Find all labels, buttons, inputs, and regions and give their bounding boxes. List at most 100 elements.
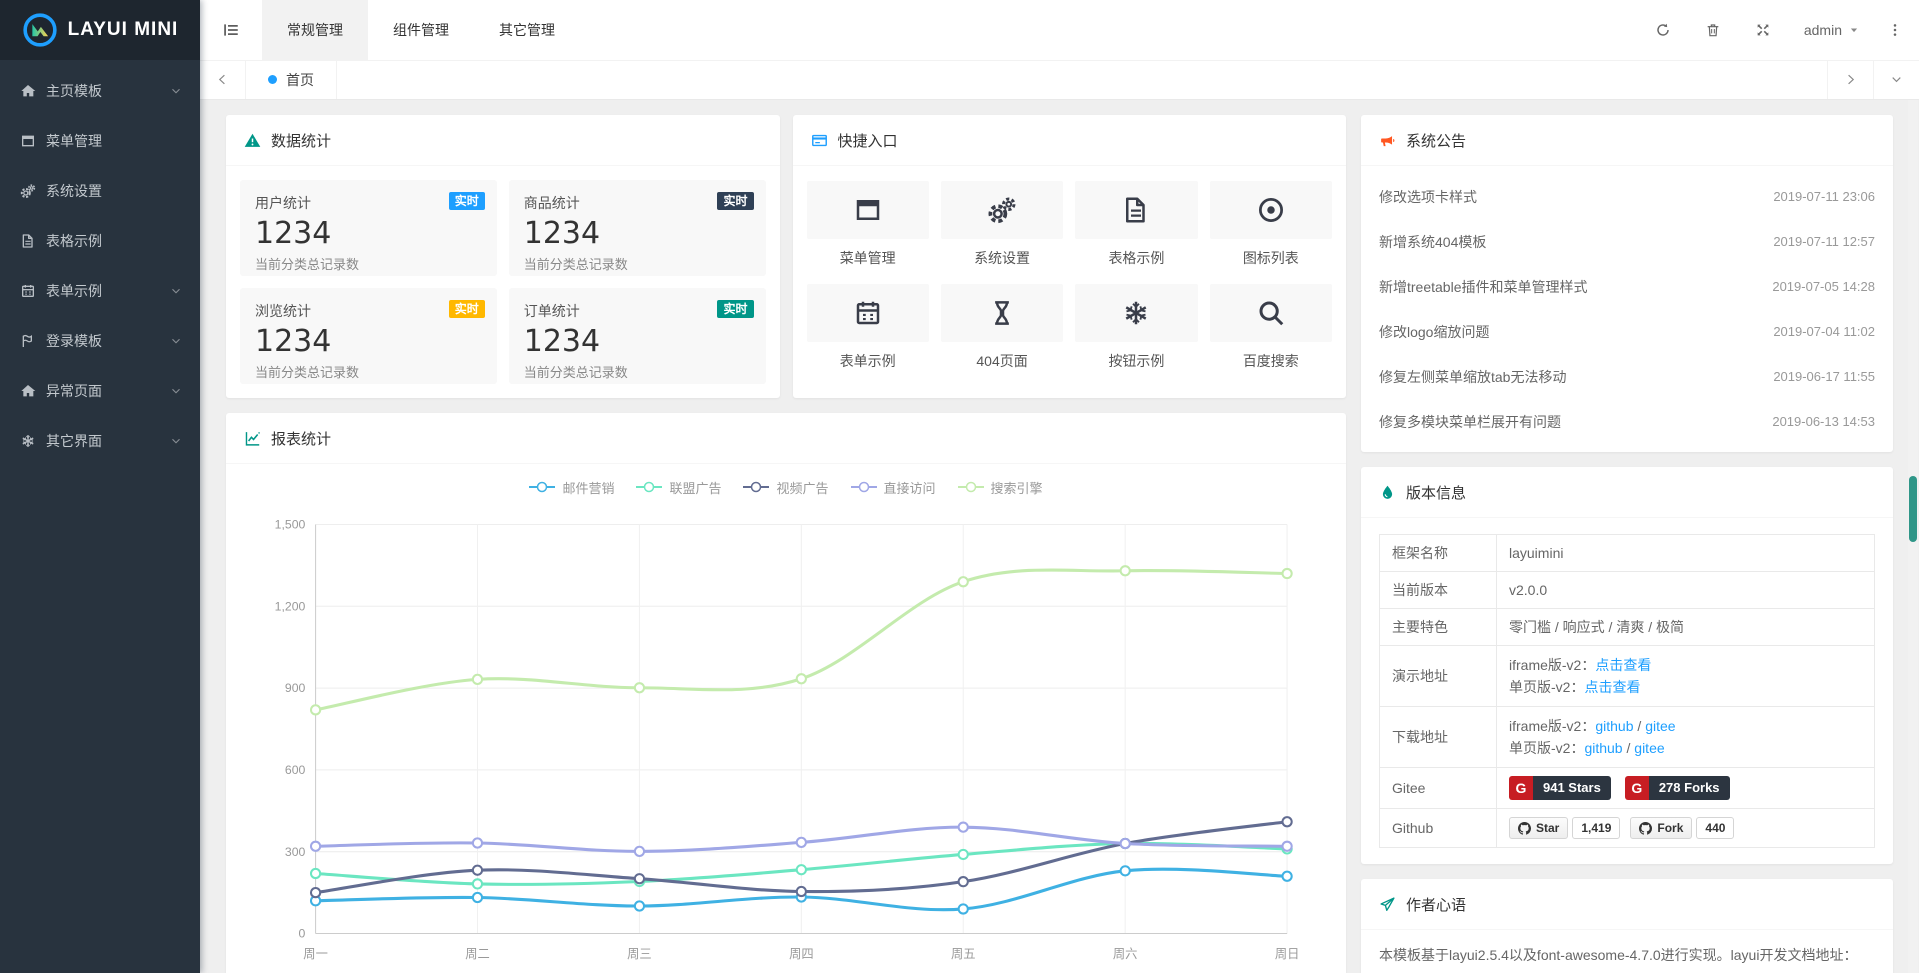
- stat-caption: 当前分类总记录数: [524, 362, 751, 381]
- legend-item-邮件营销[interactable]: 邮件营销: [529, 478, 614, 497]
- tab-active-dot: [268, 75, 277, 84]
- sidebar-item-0[interactable]: 主页模板: [0, 66, 200, 116]
- app-logo[interactable]: LAYUI MINI: [0, 0, 200, 60]
- github-fork-count[interactable]: 440: [1696, 817, 1734, 839]
- version-row-label: 下载地址: [1380, 707, 1497, 768]
- github-star-button[interactable]: Star: [1509, 817, 1568, 839]
- cogs-icon: [987, 195, 1017, 225]
- shortcut-6[interactable]: 按钮示例: [1075, 284, 1197, 371]
- legend-item-直接访问[interactable]: 直接访问: [851, 478, 936, 497]
- tab-scroll-right-button[interactable]: [1827, 60, 1873, 99]
- legend-marker: [636, 480, 662, 494]
- stats-card-title: 数据统计: [271, 130, 331, 151]
- shortcut-icon-box: [1210, 284, 1332, 342]
- stat-badge: 实时: [449, 300, 485, 318]
- legend-label: 联盟广告: [669, 478, 721, 497]
- announcement-item-2[interactable]: 新增treetable插件和菜单管理样式2019-07-05 14:28: [1379, 264, 1875, 309]
- header-tab-1[interactable]: 组件管理: [368, 0, 474, 60]
- version-row-value: v2.0.0: [1497, 572, 1875, 609]
- tab-0[interactable]: 首页: [246, 60, 337, 99]
- version-row-label: 当前版本: [1380, 572, 1497, 609]
- tab-scroll-left-button[interactable]: [200, 60, 246, 99]
- legend-item-搜索引擎[interactable]: 搜索引擎: [958, 478, 1043, 497]
- shortcut-icon-box: [941, 181, 1063, 239]
- announcement-item-0[interactable]: 修改选项卡样式2019-07-11 23:06: [1379, 174, 1875, 219]
- shortcut-label: 菜单管理: [807, 248, 929, 268]
- shortcut-icon-box: [1075, 181, 1197, 239]
- shortcut-5[interactable]: 404页面: [941, 284, 1063, 371]
- refresh-button[interactable]: [1638, 0, 1688, 60]
- header-tab-2[interactable]: 其它管理: [474, 0, 580, 60]
- shortcut-icon-box: [1210, 181, 1332, 239]
- scrollbar-thumb[interactable]: [1909, 476, 1917, 542]
- more-menu-button[interactable]: [1875, 0, 1915, 60]
- github-fork-button[interactable]: Fork: [1630, 817, 1692, 839]
- legend-item-联盟广告[interactable]: 联盟广告: [636, 478, 721, 497]
- gitee-badge[interactable]: G941 Stars: [1509, 776, 1611, 800]
- stat-card-0: 用户统计实时1234当前分类总记录数: [240, 180, 497, 276]
- sidebar-item-3[interactable]: 表格示例: [0, 216, 200, 266]
- stat-card-2: 浏览统计实时1234当前分类总记录数: [240, 288, 497, 384]
- scrollbar-track[interactable]: [1908, 100, 1918, 973]
- header-tab-0[interactable]: 常规管理: [262, 0, 368, 60]
- version-row-value: layuimini: [1497, 535, 1875, 572]
- header: 常规管理组件管理其它管理 admin: [200, 0, 1919, 61]
- announcement-title: 新增系统404模板: [1379, 232, 1486, 252]
- sidebar: LAYUI MINI 主页模板菜单管理系统设置表格示例表单示例登录模板异常页面其…: [0, 0, 200, 973]
- shortcut-1[interactable]: 系统设置: [941, 181, 1063, 268]
- stats-grid: 用户统计实时1234当前分类总记录数商品统计实时1234当前分类总记录数浏览统计…: [226, 166, 780, 398]
- shortcut-label: 按钮示例: [1075, 351, 1197, 371]
- svg-text:周日: 周日: [1275, 947, 1300, 961]
- announcement-item-3[interactable]: 修改logo缩放问题2019-07-04 11:02: [1379, 309, 1875, 354]
- version-link-line: 单页版-v2：github / gitee: [1509, 737, 1862, 759]
- link-gitee[interactable]: gitee: [1634, 740, 1664, 756]
- sidebar-item-1[interactable]: 菜单管理: [0, 116, 200, 166]
- version-row-5: GiteeG941 StarsG278 Forks: [1380, 768, 1875, 809]
- gitee-badge[interactable]: G278 Forks: [1625, 776, 1730, 800]
- shortcut-7[interactable]: 百度搜索: [1210, 284, 1332, 371]
- user-menu[interactable]: admin: [1788, 0, 1875, 60]
- link-gitee[interactable]: gitee: [1645, 718, 1675, 734]
- sidebar-item-2[interactable]: 系统设置: [0, 166, 200, 216]
- link-github[interactable]: github: [1584, 740, 1622, 756]
- shortcut-3[interactable]: 图标列表: [1210, 181, 1332, 268]
- link-github[interactable]: github: [1595, 718, 1633, 734]
- shortcut-4[interactable]: 表单示例: [807, 284, 929, 371]
- shortcut-label: 百度搜索: [1210, 351, 1332, 371]
- announcement-item-1[interactable]: 新增系统404模板2019-07-11 12:57: [1379, 219, 1875, 264]
- sidebar-item-4[interactable]: 表单示例: [0, 266, 200, 316]
- header-nav: 常规管理组件管理其它管理: [262, 0, 580, 60]
- menu-toggle-button[interactable]: [200, 0, 262, 60]
- shortcut-icon-box: [941, 284, 1063, 342]
- fullscreen-button[interactable]: [1738, 0, 1788, 60]
- link-prefix: iframe版-v2：: [1509, 718, 1595, 734]
- link-点击查看[interactable]: 点击查看: [1595, 657, 1651, 673]
- version-row-value: G941 Stars G278 Forks: [1497, 768, 1875, 809]
- sidebar-item-6[interactable]: 异常页面: [0, 366, 200, 416]
- sidebar-item-5[interactable]: 登录模板: [0, 316, 200, 366]
- chevron-down-icon: [170, 385, 182, 397]
- shortcut-2[interactable]: 表格示例: [1075, 181, 1197, 268]
- header-actions: admin: [1638, 0, 1919, 60]
- announcement-title: 新增treetable插件和菜单管理样式: [1379, 277, 1587, 297]
- hourglass-icon: [987, 298, 1017, 328]
- github-icon: [1639, 822, 1652, 835]
- clear-cache-button[interactable]: [1688, 0, 1738, 60]
- shortcut-0[interactable]: 菜单管理: [807, 181, 929, 268]
- legend-item-视频广告[interactable]: 视频广告: [743, 478, 828, 497]
- announcement-item-4[interactable]: 修复左侧菜单缩放tab无法移动2019-06-17 11:55: [1379, 354, 1875, 399]
- version-row-value: Star1,419 Fork440: [1497, 809, 1875, 848]
- stat-label: 商品统计: [524, 193, 751, 213]
- version-row-label: 主要特色: [1380, 609, 1497, 646]
- announcement-date: 2019-06-17 11:55: [1773, 369, 1875, 384]
- link-点击查看[interactable]: 点击查看: [1584, 679, 1640, 695]
- tab-operations-button[interactable]: [1873, 60, 1919, 99]
- home-icon: [20, 83, 36, 99]
- stat-caption: 当前分类总记录数: [524, 254, 751, 273]
- svg-text:0: 0: [299, 927, 306, 941]
- announcement-item-5[interactable]: 修复多模块菜单栏展开有问题2019-06-13 14:53: [1379, 399, 1875, 444]
- announcement-title: 修改选项卡样式: [1379, 187, 1477, 207]
- github-star-count[interactable]: 1,419: [1572, 817, 1620, 839]
- sidebar-item-7[interactable]: 其它界面: [0, 416, 200, 466]
- tabbar-spacer: [337, 60, 1827, 99]
